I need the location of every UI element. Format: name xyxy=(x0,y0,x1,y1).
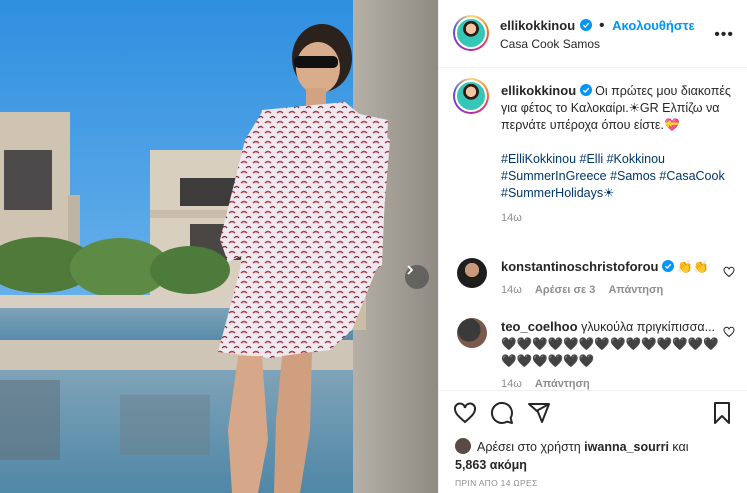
comment-like-heart-icon[interactable] xyxy=(723,266,735,278)
post-actions: Αρέσει στο χρήστη iwanna_sourri και 5,86… xyxy=(439,390,747,493)
post-photo[interactable] xyxy=(0,0,438,493)
post-time-ago[interactable]: ΠΡΙΝ ΑΠΟ 14 ΩΡΕΣ xyxy=(455,478,538,488)
commenter-avatar[interactable] xyxy=(457,258,487,288)
verified-badge-icon xyxy=(579,19,592,31)
caption-avatar[interactable] xyxy=(453,78,489,114)
reply-button[interactable]: Απάντηση xyxy=(608,284,663,296)
share-icon[interactable] xyxy=(527,401,551,425)
bookmark-icon[interactable] xyxy=(710,401,734,425)
liker-avatar[interactable] xyxy=(455,438,471,454)
comment-item: teo_coelhoo γλυκούλα πριγκίπισσα...🖤🖤🖤🖤🖤… xyxy=(501,318,726,393)
comment-username[interactable]: konstantinoschristoforou xyxy=(501,259,658,274)
comment-time: 14ω xyxy=(501,378,522,390)
author-username[interactable]: ellikokkinou xyxy=(500,18,575,33)
comment-username[interactable]: teo_coelhoo xyxy=(501,319,578,334)
verified-badge-icon xyxy=(579,84,592,96)
chevron-right-icon xyxy=(407,265,414,275)
comment-like-heart-icon[interactable] xyxy=(723,326,735,338)
likes-count[interactable]: 5,863 ακόμη xyxy=(455,458,527,472)
follow-button[interactable]: Ακολουθήστε xyxy=(612,18,695,33)
comment-likes[interactable]: Αρέσει σε 3 xyxy=(535,284,596,296)
reply-button[interactable]: Απάντηση xyxy=(535,378,590,390)
author-avatar[interactable] xyxy=(453,15,489,51)
post-header: ellikokkinou • Ακολουθήστε Casa Cook Sam… xyxy=(439,0,747,68)
comment-text: 👏👏 xyxy=(677,260,709,274)
likes-prefix: Αρέσει στο χρήστη xyxy=(477,440,581,454)
post-caption: ellikokkinou Οι πρώτες μου διακοπές για … xyxy=(501,82,731,227)
photo-scene xyxy=(0,0,438,493)
comment-time: 14ω xyxy=(501,284,522,296)
comment-icon[interactable] xyxy=(490,401,514,425)
verified-badge-icon xyxy=(661,260,674,272)
caption-hashtags[interactable]: #ElliKokkinou #Elli #Kokkinou #SummerInG… xyxy=(501,151,731,202)
commenter-avatar[interactable] xyxy=(457,318,487,348)
post-location[interactable]: Casa Cook Samos xyxy=(500,37,600,51)
likes-summary: Αρέσει στο χρήστη iwanna_sourri και 5,86… xyxy=(455,438,740,474)
comment-item: konstantinoschristoforou 👏👏 14ω Αρέσει σ… xyxy=(501,258,726,299)
heart-icon[interactable] xyxy=(453,401,477,425)
caption-time: 14ω xyxy=(501,212,522,224)
caption-username[interactable]: ellikokkinou xyxy=(501,83,576,98)
likes-conj: και xyxy=(672,440,689,454)
separator-dot: • xyxy=(599,17,605,34)
liker-username[interactable]: iwanna_sourri xyxy=(584,440,669,454)
next-photo-button[interactable] xyxy=(405,265,429,289)
post-side-panel: ellikokkinou • Ακολουθήστε Casa Cook Sam… xyxy=(438,0,747,493)
more-options-button[interactable]: ••• xyxy=(714,26,734,44)
